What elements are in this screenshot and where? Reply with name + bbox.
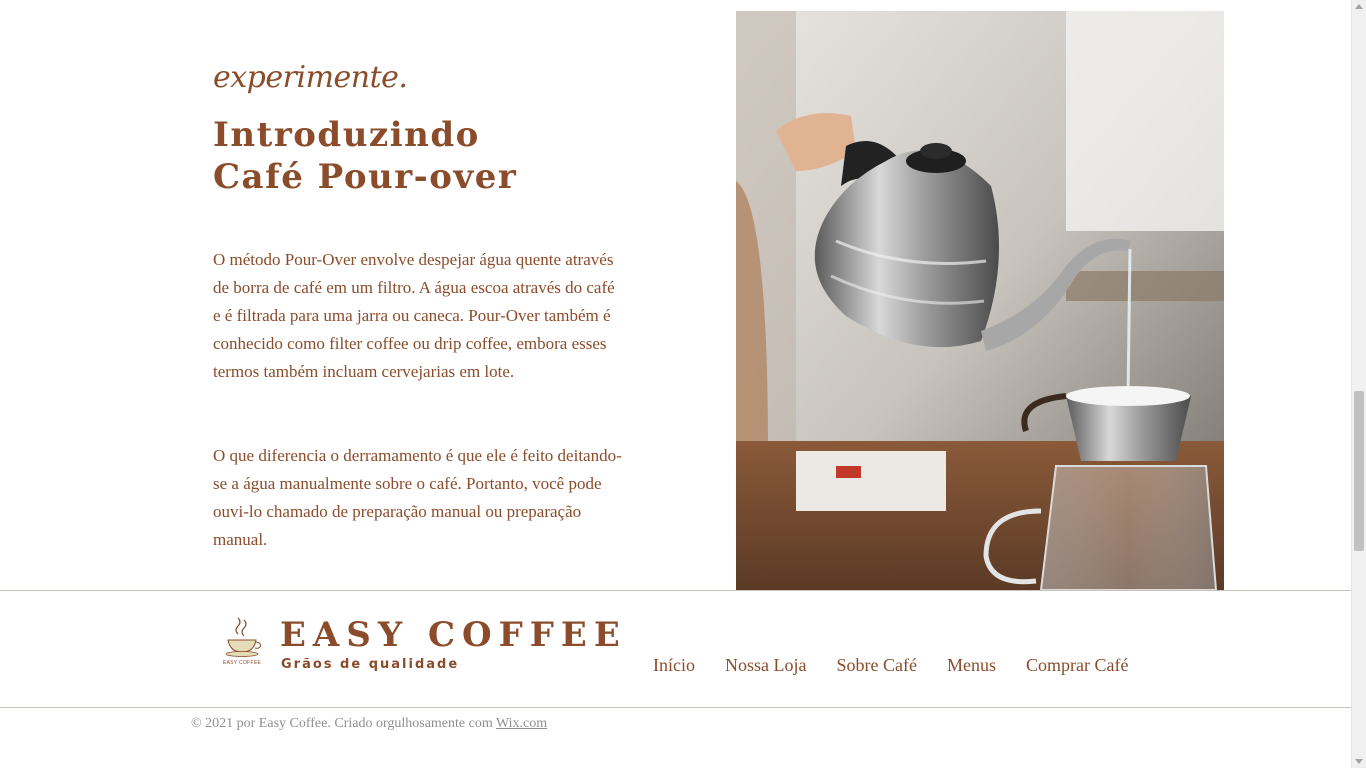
brand-name[interactable]: EASY COFFEE [280, 615, 627, 655]
footer-divider-bottom [0, 707, 1351, 708]
logo[interactable]: EASY COFFEE [220, 614, 264, 668]
nav-item-menus[interactable]: Menus [947, 655, 996, 676]
brand-tagline: Grãos de qualidade [281, 657, 460, 672]
title-line-1: Introduzindo [213, 115, 480, 155]
page-scrollbar[interactable] [1351, 0, 1366, 768]
nav-item-nossa-loja[interactable]: Nossa Loja [725, 655, 806, 676]
footer-nav: Início Nossa Loja Sobre Café Menus Compr… [653, 655, 1128, 676]
script-heading: experimente. [213, 60, 408, 95]
coffee-cup-icon [225, 617, 261, 657]
intro-paragraph-1: O método Pour-Over envolve despejar água… [213, 250, 615, 381]
nav-item-sobre-cafe[interactable]: Sobre Café [836, 655, 916, 676]
pour-over-illustration [736, 11, 1224, 590]
intro-paragraph-2: O que diferencia o derramamento é que el… [213, 446, 622, 549]
wix-link[interactable]: Wix.com [496, 716, 547, 731]
nav-item-inicio[interactable]: Início [653, 655, 695, 676]
title-line-2: Café Pour-over [213, 157, 518, 197]
footer-divider-top [0, 590, 1351, 591]
scroll-thumb[interactable] [1354, 391, 1364, 551]
copyright-text: © 2021 por Easy Coffee. Criado orgulhosa… [191, 716, 496, 731]
copyright: © 2021 por Easy Coffee. Criado orgulhosa… [191, 716, 547, 732]
page: experimente. Introduzindo Café Pour-over… [0, 0, 1351, 768]
nav-item-comprar-cafe[interactable]: Comprar Café [1026, 655, 1128, 676]
scroll-down-arrow-icon[interactable] [1355, 759, 1363, 764]
page-title: Introduzindo Café Pour-over [213, 114, 517, 198]
logo-tiny-text: EASY COFFEE [222, 660, 262, 666]
scroll-up-arrow-icon[interactable] [1355, 4, 1363, 9]
pour-over-photo [736, 11, 1224, 590]
